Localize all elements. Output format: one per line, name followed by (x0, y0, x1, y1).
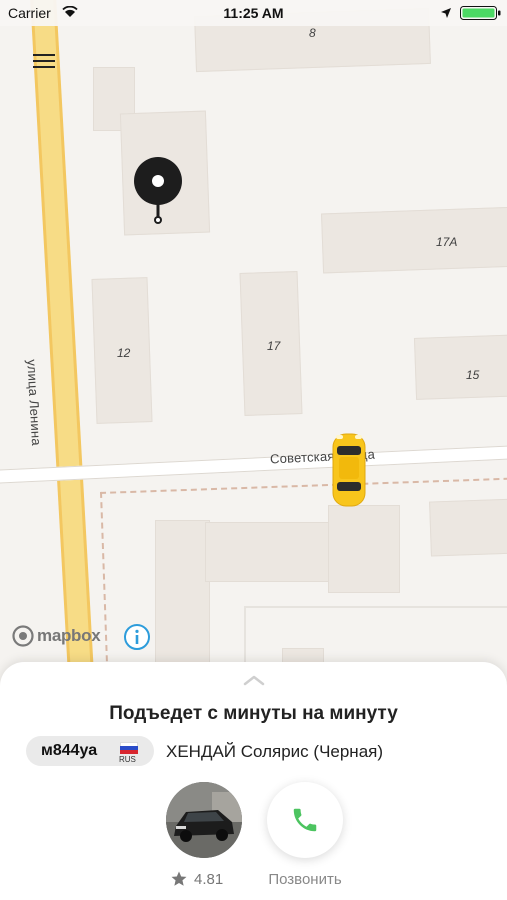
house-number-8: 8 (309, 26, 316, 40)
status-bar: Carrier 11:25 AM (0, 0, 507, 26)
battery-icon (460, 6, 501, 20)
mapbox-wordmark: mapbox (37, 626, 101, 645)
street-label-lenina: улица Ленина (24, 358, 45, 447)
status-time: 11:25 AM (223, 5, 284, 21)
call-button[interactable] (267, 782, 343, 858)
house-number-17: 17 (267, 339, 281, 353)
house-number-15: 15 (466, 368, 480, 382)
star-icon (171, 871, 187, 886)
building-15 (413, 334, 507, 400)
call-button-label[interactable]: Позвонить (247, 871, 363, 888)
location-arrow-icon (441, 8, 451, 18)
license-plate-badge: м844уа RUS (26, 736, 154, 766)
grabber-chevron-icon[interactable] (243, 674, 265, 686)
plate-region: RUS (119, 755, 136, 764)
driver-rating: 4.81 (170, 870, 223, 888)
phone-icon (293, 808, 317, 832)
building-17a (321, 206, 507, 274)
mapbox-attribution[interactable]: mapbox (12, 625, 101, 647)
house-number-12: 12 (117, 346, 131, 360)
menu-icon[interactable] (30, 50, 60, 74)
ride-status-sheet: Подъедет с минуты на минуту м844уа RUS Х… (0, 662, 507, 900)
car-photo[interactable] (166, 782, 242, 858)
flag-icon (120, 742, 138, 754)
taxi-car-icon (332, 433, 366, 507)
mapbox-logo-icon (12, 625, 34, 647)
house-number-17a: 17А (436, 235, 458, 249)
info-icon[interactable] (123, 623, 151, 651)
map-pin-icon[interactable] (133, 157, 183, 227)
car-description: ХЕНДАЙ Солярис (Черная) (166, 742, 384, 761)
plate-number: м844уа (41, 742, 98, 759)
arrival-title: Подъедет с минуты на минуту (109, 703, 398, 724)
rating-value: 4.81 (194, 870, 224, 888)
